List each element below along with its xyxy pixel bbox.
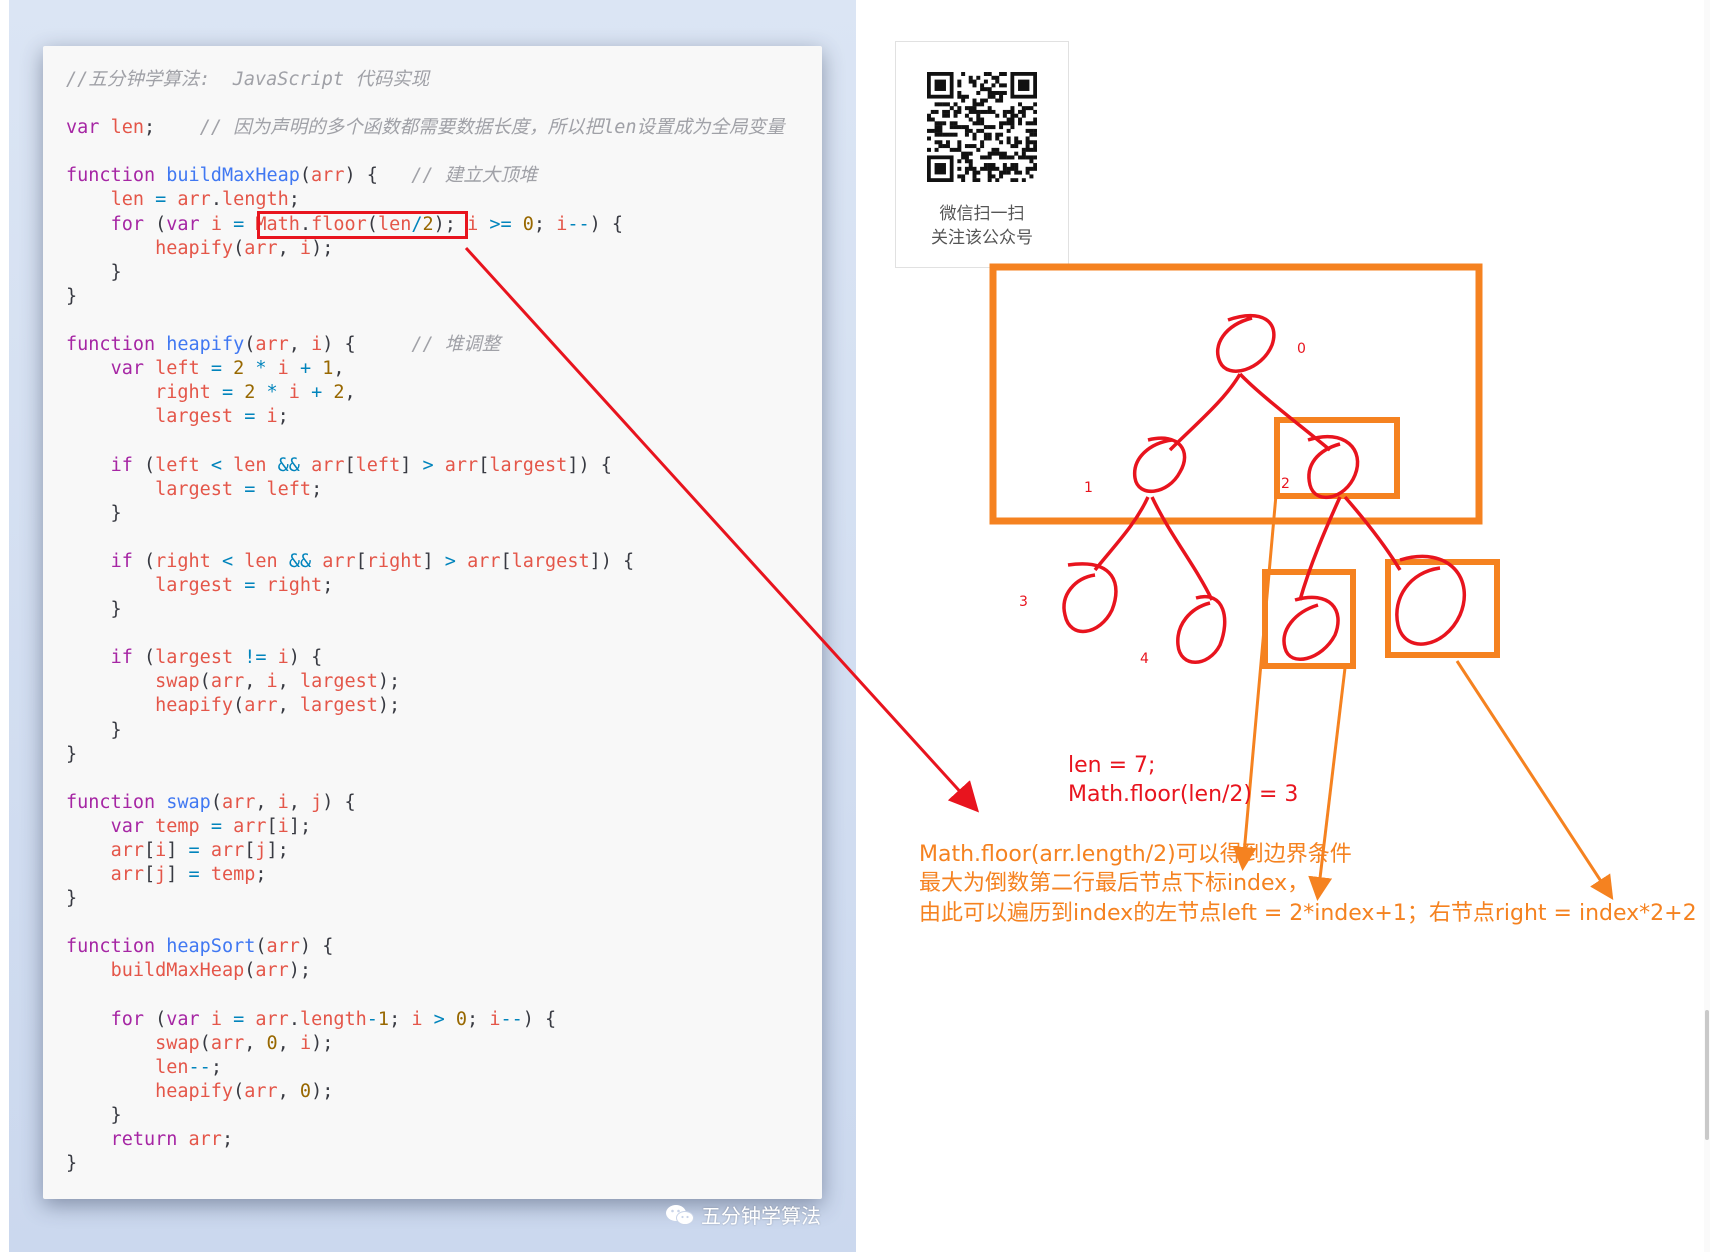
big-orange-box: [989, 263, 1483, 525]
node5-orange-box: [1262, 569, 1356, 669]
tree-node-6: [1395, 554, 1466, 646]
tree-node-3: [1062, 562, 1118, 633]
tree-label: 0: [1297, 341, 1306, 357]
note-explain-3: 由此可以遍历到index的左节点left = 2*index+1；右节点righ…: [919, 901, 1697, 926]
tree-node-5: [1282, 595, 1340, 662]
note-len: len = 7;: [1068, 753, 1156, 778]
tree-edge: [1298, 496, 1342, 601]
tree-node-1: [1133, 436, 1187, 494]
note-explain-2: 最大为倒数第二行最后节点下标index，: [919, 871, 1310, 896]
red-arrow-to-notes: [464, 246, 980, 813]
tree-node-4: [1176, 594, 1227, 664]
note-floor: Math.floor(len/2) = 3: [1068, 782, 1299, 807]
tree-label: 3: [1019, 594, 1028, 610]
tree-edge: [1150, 496, 1214, 601]
node2-orange-box: [1274, 417, 1400, 499]
annotation-overlay: 0 1 2 3 4: [464, 246, 1614, 901]
tree-label: 4: [1140, 651, 1149, 667]
tree-edge: [1343, 495, 1402, 571]
tree-edge: [1093, 496, 1150, 572]
tree-label: 2: [1281, 476, 1290, 492]
node6-orange-box: [1385, 559, 1500, 658]
tree-node-2: [1307, 434, 1360, 500]
tree-node-0: [1215, 314, 1276, 373]
orange-arrow-1: [1232, 494, 1278, 871]
tree-edge: [1168, 373, 1242, 452]
tree-label: 1: [1084, 480, 1093, 496]
orange-arrow-3: [1455, 660, 1614, 901]
note-explain-1: Math.floor(arr.length/2)可以得到边界条件: [919, 842, 1352, 867]
